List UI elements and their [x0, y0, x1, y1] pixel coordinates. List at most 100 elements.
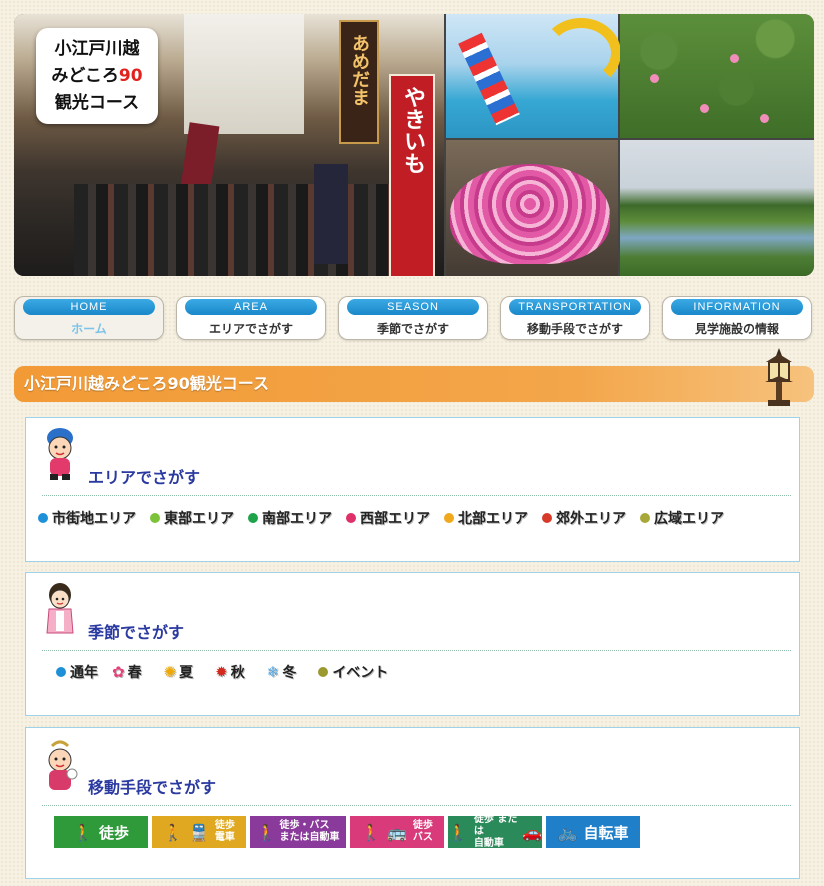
transport-walk-bus-car-line2: または自動車	[279, 832, 340, 843]
transport-walk-train-line2: 電車	[214, 832, 235, 843]
nav-season[interactable]: SEASON 季節でさがす	[338, 296, 488, 340]
transport-walk-bus-label: 徒歩 バス	[413, 820, 433, 844]
mascot-area-icon	[47, 428, 73, 480]
walking-person-icon: 🚶	[256, 822, 277, 842]
candy-shop-sign-text: あめだま	[349, 34, 370, 106]
season-label: 夏	[179, 665, 194, 681]
transport-heading: 移動手段でさがす	[88, 778, 217, 797]
waterpark-photo	[446, 14, 621, 138]
nav-area-en: AREA	[185, 299, 317, 315]
transport-walk-bus-car-line1: 徒歩・バス	[279, 820, 330, 831]
walking-person-icon: 🚶	[448, 822, 468, 842]
transport-bicycle-label: 自転車	[583, 823, 629, 842]
lantern-icon	[765, 348, 793, 406]
transport-walk-bus-car-button[interactable]: 🚶 徒歩・バス または自動車	[250, 816, 346, 848]
lotus-flower	[700, 104, 709, 113]
transport-walk-bus-button[interactable]: 🚶 🚌 徒歩 バス	[350, 816, 444, 848]
shop-sign-dark	[314, 164, 348, 264]
lotus-pond-photo	[620, 14, 814, 138]
season-item-autumn[interactable]: ✹ 秋	[215, 662, 245, 682]
nav-season-en: SEASON	[347, 299, 479, 315]
season-section: 季節でさがす 通年 ✿ 春 ✺ 夏 ✹ 秋 ❄ 冬 イベント	[25, 572, 800, 716]
transport-bicycle-button[interactable]: 🚲 自転車	[546, 816, 640, 848]
area-item-west[interactable]: 西部エリア	[346, 508, 430, 528]
main-nav: HOME ホーム AREA エリアでさがす SEASON 季節でさがす TRAN…	[14, 296, 816, 342]
transport-walk-button[interactable]: 🚶 徒歩	[54, 816, 148, 848]
area-label: 北部エリア	[458, 511, 528, 527]
site-logo[interactable]: 小江戸川越 みどころ90 観光コース	[36, 28, 158, 124]
season-label: 秋	[230, 665, 245, 681]
area-section: エリアでさがす 市街地エリア 東部エリア 南部エリア 西部エリア 北部エリア 郊…	[25, 417, 800, 562]
lotus-flower	[730, 54, 739, 63]
transport-walk-train-button[interactable]: 🚶 🚆 徒歩 電車	[152, 816, 246, 848]
area-list: 市街地エリア 東部エリア 南部エリア 西部エリア 北部エリア 郊外エリア 広域エ…	[38, 508, 738, 528]
season-label: 春	[127, 665, 142, 681]
area-dot	[542, 513, 552, 523]
lotus-flower	[650, 74, 659, 83]
nav-home-jp: ホーム	[71, 322, 107, 336]
nav-information-jp: 見学施設の情報	[694, 322, 779, 336]
area-label: 東部エリア	[164, 511, 234, 527]
nav-home-en: HOME	[23, 299, 155, 315]
season-heading: 季節でさがす	[88, 623, 185, 642]
season-label: イベント	[332, 665, 389, 681]
all-year-icon	[56, 667, 66, 677]
season-item-summer[interactable]: ✺ 夏	[164, 662, 194, 682]
nav-information[interactable]: INFORMATION 見学施設の情報	[662, 296, 812, 340]
transport-walk-car-line1: 徒歩 または	[473, 814, 518, 837]
festival-photo	[446, 140, 618, 276]
season-item-all-year[interactable]: 通年	[56, 662, 98, 682]
candy-shop-sign: あめだま	[339, 20, 379, 144]
snowflake-icon: ❄	[266, 663, 280, 681]
nav-season-jp: 季節でさがす	[376, 322, 449, 336]
area-item-east[interactable]: 東部エリア	[150, 508, 234, 528]
transport-walk-train-line1: 徒歩	[214, 820, 235, 831]
nav-home[interactable]: HOME ホーム	[14, 296, 164, 340]
mascot-season-icon	[46, 583, 74, 634]
nav-transportation-en: TRANSPORTATION	[509, 299, 641, 315]
season-item-winter[interactable]: ❄ 冬	[267, 662, 297, 682]
area-item-suburb[interactable]: 郊外エリア	[542, 508, 626, 528]
nav-area-jp: エリアでさがす	[208, 322, 293, 336]
area-item-south[interactable]: 南部エリア	[248, 508, 332, 528]
area-item-wide[interactable]: 広域エリア	[640, 508, 724, 528]
area-dot	[150, 513, 160, 523]
season-item-spring[interactable]: ✿ 春	[112, 662, 142, 682]
page-title-bar: 小江戸川越みどころ90観光コース	[14, 366, 814, 402]
transport-walk-car-button[interactable]: 🚶 徒歩 または 自動車 🚗	[448, 814, 542, 849]
season-item-event[interactable]: イベント	[318, 662, 388, 682]
area-dot	[346, 513, 356, 523]
mascot-transport-icon	[48, 740, 78, 790]
sunflower-icon: ✺	[163, 663, 177, 681]
season-list: 通年 ✿ 春 ✺ 夏 ✹ 秋 ❄ 冬 イベント	[56, 662, 402, 682]
bus-icon: 🚌	[387, 822, 407, 842]
area-dot	[444, 513, 454, 523]
area-item-city[interactable]: 市街地エリア	[38, 508, 136, 528]
river-photo	[620, 140, 814, 276]
water-slide-yellow	[541, 18, 621, 88]
header-banner: あめだま やきいも 小江戸川越 みどころ90 観光コース	[14, 14, 814, 276]
sweet-potato-banner: やきいも	[389, 74, 435, 276]
season-divider	[42, 650, 791, 651]
area-label: 西部エリア	[360, 511, 430, 527]
water-slide	[458, 32, 520, 126]
walking-person-icon: 🚶	[73, 822, 93, 842]
transport-walk-bus-car-label: 徒歩・バス または自動車	[279, 820, 339, 844]
transport-divider	[42, 805, 791, 806]
logo-number: 90	[118, 66, 143, 86]
nav-transportation[interactable]: TRANSPORTATION 移動手段でさがす	[500, 296, 650, 340]
transport-walk-car-line2: 自動車	[473, 838, 504, 849]
nav-information-en: INFORMATION	[671, 299, 803, 315]
lotus-flower	[760, 114, 769, 123]
walking-person-icon: 🚶	[361, 822, 381, 842]
train-icon: 🚆	[189, 822, 209, 842]
area-label: 市街地エリア	[52, 511, 136, 527]
event-icon	[318, 667, 329, 677]
transport-walk-label: 徒歩	[98, 823, 129, 842]
logo-line-1: 小江戸川越	[54, 39, 140, 59]
area-dot	[38, 513, 48, 523]
area-label: 南部エリア	[262, 511, 332, 527]
nav-area[interactable]: AREA エリアでさがす	[176, 296, 326, 340]
festival-float	[450, 164, 610, 264]
area-item-north[interactable]: 北部エリア	[444, 508, 528, 528]
